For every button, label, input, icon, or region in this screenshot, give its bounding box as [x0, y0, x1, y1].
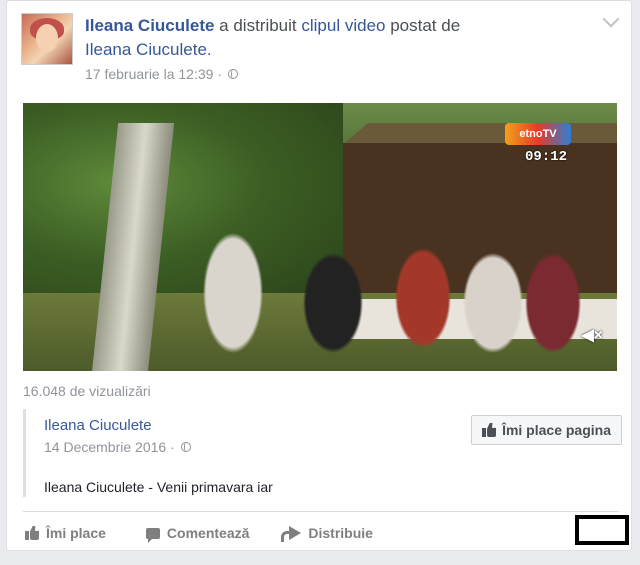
- comment-icon: [145, 527, 160, 543]
- shared-page-name[interactable]: Ileana Ciuculete: [44, 417, 152, 434]
- chevron-down-icon[interactable]: [602, 10, 620, 28]
- like-label: Îmi place: [46, 525, 106, 541]
- post-header: Ileana Ciuculete a distribuit clipul vid…: [85, 14, 565, 62]
- share-icon: [281, 526, 302, 542]
- globe-icon: [180, 442, 191, 452]
- shared-attachment: Ileana Ciuculete 14 Decembrie 2016 · Ile…: [23, 409, 622, 497]
- redaction-box: [575, 515, 629, 545]
- post-meta: 17 februarie la 12:39 ·: [85, 66, 238, 82]
- post-timestamp[interactable]: 17 februarie la 12:39 ·: [85, 66, 222, 82]
- comment-label: Comentează: [166, 525, 250, 541]
- shared-date-text[interactable]: 14 Decembrie 2016 ·: [44, 439, 175, 455]
- author-link[interactable]: Ileana Ciuculete: [85, 16, 214, 35]
- video-clock: 09:12: [524, 149, 567, 165]
- like-page-label: Îmi place pagina: [502, 422, 611, 438]
- share-button[interactable]: Distribuie: [281, 525, 373, 542]
- action-text: a distribuit: [214, 16, 302, 35]
- like-page-button[interactable]: Îmi place pagina: [471, 415, 622, 445]
- comment-button[interactable]: Comentează: [145, 525, 250, 543]
- share-label: Distribuie: [308, 525, 373, 541]
- thumbs-up-icon: [482, 423, 496, 437]
- mute-icon[interactable]: ◀×: [581, 325, 603, 345]
- thumbs-up-icon: [25, 526, 39, 540]
- clip-link[interactable]: clipul video: [301, 16, 385, 35]
- divider: [23, 511, 619, 512]
- view-count: 16.048 de vizualizări: [23, 383, 151, 399]
- like-button[interactable]: Îmi place: [25, 525, 106, 541]
- video-player[interactable]: etnoTV 09:12 ◀×: [23, 103, 617, 371]
- shared-date: 14 Decembrie 2016 ·: [44, 439, 191, 455]
- channel-logo: etnoTV: [505, 123, 571, 145]
- posted-by-text: postat de: [385, 16, 461, 35]
- author-avatar[interactable]: [21, 13, 73, 65]
- globe-icon[interactable]: [227, 69, 238, 79]
- original-author-link[interactable]: Ileana Ciuculete.: [85, 40, 212, 59]
- post-card: Ileana Ciuculete a distribuit clipul vid…: [6, 0, 632, 551]
- shared-description: Ileana Ciuculete - Venii primavara iar: [44, 479, 273, 495]
- action-bar: Îmi place Comentează Distribuie: [23, 517, 619, 549]
